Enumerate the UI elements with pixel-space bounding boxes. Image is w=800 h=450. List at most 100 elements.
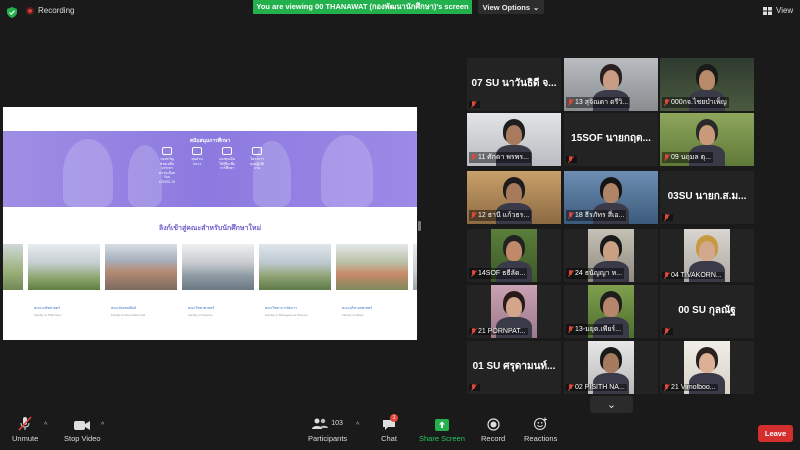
faculty-image (413, 244, 417, 290)
faculty-card[interactable]: คณะเภสัชศาสตร์ Faculty of Pharmacy (28, 244, 100, 334)
mic-muted-icon (18, 416, 32, 431)
participant-tile[interactable]: 21 PORNPAT... (467, 285, 561, 338)
mic-muted-icon (471, 101, 476, 108)
audio-options-caret-icon[interactable]: ^ (44, 422, 47, 429)
unmute-button[interactable]: Unmute (12, 416, 38, 443)
faculty-card[interactable]: คณะวิทยาศาสตร์ Faculty of Science (182, 244, 254, 334)
participant-tile[interactable]: 13 สุจิณดา ตรีวิ... (564, 58, 658, 111)
participant-tile[interactable]: 11 ศักดา พรพร... (467, 113, 561, 166)
participant-tile[interactable]: 24 ธนัญญา ห... (564, 229, 658, 282)
faculty-image (336, 244, 408, 290)
leave-button[interactable]: Leave (758, 425, 793, 442)
view-options-button[interactable]: View Options ⌄ (478, 0, 544, 14)
mic-muted-icon (568, 156, 573, 163)
links-title: ลิงก์เข้าสู่คณะสำหรับนักศึกษาใหม่ (158, 225, 262, 232)
participant-name-tag (566, 156, 577, 163)
participant-tile[interactable]: 09 นฤมล ตุ... (660, 113, 754, 166)
video-options-caret-icon[interactable]: ^ (101, 422, 104, 429)
participant-name-tag: 04 TIVAKORN... (662, 272, 724, 279)
participant-tile[interactable]: 03SU นายก.ส.ม... (660, 171, 754, 224)
participant-face (603, 353, 619, 373)
participants-options-caret-icon[interactable]: ^ (356, 422, 359, 429)
recording-indicator[interactable]: Recording (26, 6, 74, 15)
reactions-button[interactable]: Reactions (524, 416, 557, 443)
participant-face (603, 297, 619, 317)
participant-tile[interactable]: 21 Vimolboo... (660, 341, 754, 394)
participant-name-large: 01 SU ศรุดามนท์... (472, 361, 556, 372)
participant-name-tag: 02 PISITH NA... (566, 384, 627, 391)
hero-title: สนับสนุนการศึกษา (189, 138, 231, 144)
participants-button[interactable]: 103 Participants (308, 416, 347, 443)
mic-muted-icon (568, 270, 573, 277)
participant-tile[interactable]: 18 ธีรภัทร สี่เอ... (564, 171, 658, 224)
participant-tile[interactable]: 00 SU กุลณัฐ (660, 285, 754, 338)
record-button[interactable]: Record (481, 416, 505, 443)
stop-video-button[interactable]: Stop Video (64, 416, 101, 443)
chat-button[interactable]: 1 Chat (381, 414, 398, 443)
participants-icon (312, 418, 329, 429)
mic-muted-icon (471, 270, 476, 277)
mic-muted-icon (664, 99, 669, 106)
chevron-down-icon: ⌄ (606, 399, 617, 411)
share-screen-button[interactable]: Share Screen (419, 416, 465, 443)
hero-item[interactable]: ของขวัญช่วยเหลือ บรรเทาความเดือดร้อน COV… (158, 147, 176, 184)
participant-name: 13-มยุต.เพียร์... (575, 326, 622, 333)
faculty-card[interactable] (413, 244, 417, 334)
hero-item[interactable]: โครงการทุนปฏิบัติงาน (248, 147, 266, 184)
mic-muted-icon (568, 212, 573, 219)
record-icon (486, 418, 500, 431)
participant-name-tag: 21 PORNPAT... (469, 328, 528, 335)
participant-tile[interactable]: 04 TIVAKORN... (660, 229, 754, 282)
building-icon (192, 147, 202, 155)
view-options-label: View Options (482, 2, 531, 12)
participant-face (699, 241, 715, 261)
mic-muted-icon (664, 384, 669, 391)
money-bag-icon (252, 147, 262, 155)
shared-screen[interactable]: สนับสนุนการศึกษา ของขวัญช่วยเหลือ บรรเทา… (3, 107, 417, 340)
participant-name-large: 00 SU กุลณัฐ (678, 305, 736, 316)
participant-tile[interactable]: 14SOF ธธีลัด... (467, 229, 561, 282)
resize-handle[interactable] (418, 221, 421, 231)
participant-tile[interactable]: 12 ธานี แก้วธร... (467, 171, 561, 224)
participant-name-large: 07 SU นาวันธิดี จ... (471, 78, 557, 89)
participant-tile[interactable]: 07 SU นาวันธิดี จ... (467, 58, 561, 111)
faculty-card[interactable]: คณะวิทยาการจัดการ Faculty of Management … (259, 244, 331, 334)
mic-muted-icon (568, 99, 573, 106)
faculty-card[interactable]: คณะมัณฑนศิลป์ Faculty of Decorative Arts (105, 244, 177, 334)
hero-item[interactable]: กองทุนเงินให้กู้ยืมเพื่อการศึกษา (218, 147, 236, 184)
participant-name-large: 03SU นายก.ส.ม... (667, 191, 747, 202)
view-button[interactable]: View (763, 6, 793, 15)
participant-name: 14SOF ธธีลัด... (478, 270, 526, 277)
record-label: Record (481, 434, 506, 443)
participant-face (603, 70, 619, 90)
participant-tile[interactable]: 13-มยุต.เพียร์... (564, 285, 658, 338)
faculty-image (105, 244, 177, 290)
participant-face (699, 125, 715, 145)
mic-muted-icon (471, 328, 476, 335)
participant-tile[interactable]: 02 PISITH NA... (564, 341, 658, 394)
participant-face (506, 241, 522, 261)
participant-tile[interactable]: 01 SU ศรุดามนท์... (467, 341, 561, 394)
faculty-card[interactable] (3, 244, 23, 334)
faculty-image (28, 244, 100, 290)
hero-person-image (63, 139, 113, 207)
faculty-image (259, 244, 331, 290)
participant-name: 24 ธนัญญา ห... (575, 270, 623, 277)
shield-check-icon[interactable] (7, 7, 17, 18)
participant-name: 12 ธานี แก้วธร... (478, 212, 530, 219)
participant-tile[interactable]: 15SOF นายกฤต... (564, 113, 658, 166)
mic-muted-icon (664, 214, 669, 221)
faculty-card[interactable]: คณะดุริยางคศาสตร์ Faculty of Music (336, 244, 408, 334)
hero-item[interactable]: ทุนส่วนกลาง (188, 147, 206, 184)
participant-name-tag: 11 ศักดา พรพร... (469, 152, 531, 163)
participant-name-tag (662, 328, 673, 335)
participant-name-tag: 12 ธานี แก้วธร... (469, 210, 532, 221)
participant-tile[interactable]: 000กจ.ไชยบำเพ็ญ (660, 58, 754, 111)
gallery-next-page-button[interactable]: ⌄ (590, 396, 633, 413)
bottom-toolbar: Unmute ^ Stop Video ^ 103 Participants ^… (0, 414, 800, 450)
mic-muted-icon (471, 384, 476, 391)
zoom-window: Recording You are viewing 00 THANAWAT (ก… (0, 0, 800, 450)
participant-name-tag (469, 101, 480, 108)
participant-name: 000กจ.ไชยบำเพ็ญ (671, 99, 727, 106)
participant-face (603, 183, 619, 203)
